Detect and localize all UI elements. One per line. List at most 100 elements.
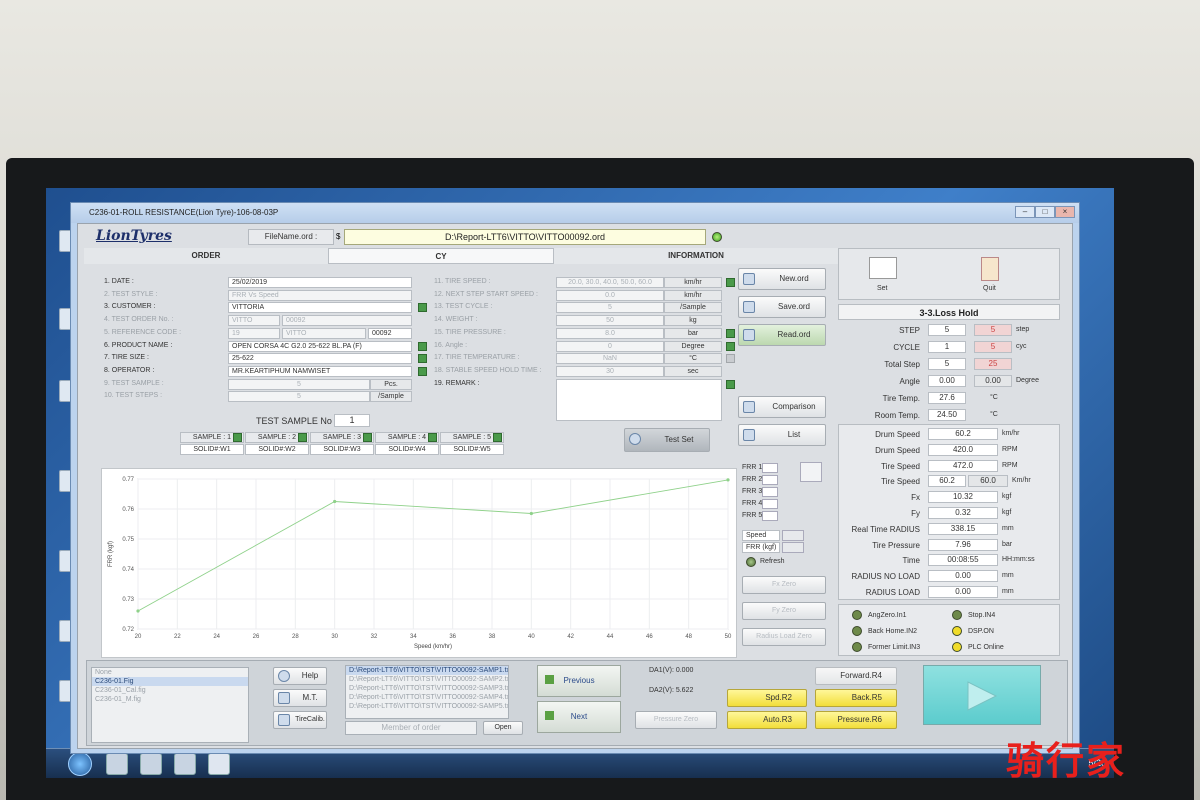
order-field-value[interactable]: MR.KEARTIPHUM NAMWISET: [228, 365, 412, 377]
close-button[interactable]: ×: [1055, 206, 1075, 218]
open-button[interactable]: Open: [483, 721, 523, 735]
maximize-button[interactable]: □: [1035, 206, 1055, 218]
order-field-value[interactable]: 5: [228, 391, 370, 403]
media-taskbar-icon[interactable]: [174, 753, 196, 775]
order-field-value[interactable]: OPEN CORSA 4C G2.0 25-622 BL.PA (F): [228, 340, 412, 352]
field-check-icon[interactable]: [418, 341, 427, 351]
app-taskbar-icon[interactable]: [208, 753, 230, 775]
order-field-value[interactable]: 25/02/2019: [228, 277, 412, 288]
info-field-value[interactable]: 20.0, 30.0, 40.0, 50.0, 60.0: [556, 277, 664, 288]
figure-file-list[interactable]: None C236-01.Fig C236-01_Cal.fig C236-01_M.…: [91, 667, 249, 743]
quit-icon[interactable]: [981, 257, 999, 281]
status-label: CYCLE: [893, 343, 920, 352]
zero-button[interactable]: Fx Zero: [742, 576, 826, 594]
sample-file-list[interactable]: D:\Report-LTT6\VITTO\TST\VITTO00092-SAMP…: [345, 665, 509, 719]
minimize-button[interactable]: –: [1015, 206, 1035, 218]
frr-legend-swatch[interactable]: [762, 511, 778, 521]
measure-value: 0.32: [928, 507, 998, 519]
forward-button[interactable]: Forward.R4: [815, 667, 897, 685]
frr-legend-swatch[interactable]: [762, 499, 778, 509]
tab-cy[interactable]: CY: [328, 248, 554, 264]
frr-legend-swatch[interactable]: [762, 463, 778, 473]
test-set-button[interactable]: Test Set: [624, 428, 710, 452]
field-check-icon[interactable]: [418, 366, 427, 376]
field-check-icon[interactable]: [726, 328, 735, 338]
refresh-label[interactable]: Refresh: [760, 558, 785, 565]
figure-file-item[interactable]: C236-01.Fig: [92, 677, 248, 686]
sample-file-item[interactable]: D:\Report-LTT6\VITTO\TST\VITTO00092-SAMP…: [346, 666, 508, 675]
ie-taskbar-icon[interactable]: [106, 753, 128, 775]
order-field-value3[interactable]: 00092: [368, 327, 412, 339]
help-button[interactable]: Help: [273, 667, 327, 685]
save-order-button[interactable]: Save.ord: [738, 296, 826, 318]
sample-file-item[interactable]: D:\Report-LTT6\VITTO\TST\VITTO00092-SAMP…: [346, 684, 508, 693]
sample-check-icon[interactable]: [298, 433, 307, 442]
figure-file-item[interactable]: C236-01_Cal.fig: [92, 686, 248, 695]
indicator-led: [852, 642, 862, 652]
zoom-tool-icon[interactable]: [800, 462, 822, 482]
info-field-value[interactable]: 0: [556, 340, 664, 352]
info-field-value[interactable]: 30: [556, 365, 664, 377]
explorer-taskbar-icon[interactable]: [140, 753, 162, 775]
sample-file-item[interactable]: D:\Report-LTT6\VITTO\TST\VITTO00092-SAMP…: [346, 693, 508, 702]
auto-button[interactable]: Auto.R3: [727, 711, 807, 729]
field-check-icon[interactable]: [726, 278, 735, 287]
comparison-button[interactable]: Comparison: [738, 396, 826, 418]
info-field-value[interactable]: 50: [556, 315, 664, 327]
set-icon[interactable]: [869, 257, 897, 279]
info-field-value[interactable]: 5: [556, 302, 664, 314]
axis-selector[interactable]: FRR (kgf): [742, 542, 780, 553]
sample-check-icon[interactable]: [363, 433, 372, 442]
pressure-zero-button[interactable]: Pressure Zero: [635, 711, 717, 729]
axis-spinner-icon[interactable]: [782, 530, 804, 541]
list-button[interactable]: List: [738, 424, 826, 446]
sample-check-icon[interactable]: [233, 433, 242, 442]
axis-spinner-icon[interactable]: [782, 542, 804, 553]
previous-button[interactable]: Previous: [537, 665, 621, 697]
pressure-button[interactable]: Pressure.R6: [815, 711, 897, 729]
sample-check-icon[interactable]: [493, 433, 502, 442]
order-field-value[interactable]: VITTORIA: [228, 302, 412, 314]
y-tick-label: 0.74: [122, 567, 134, 573]
order-field-value[interactable]: VITTO: [228, 315, 280, 327]
order-field-value2[interactable]: 00092: [282, 315, 412, 327]
filename-field[interactable]: D:\Report-LTT6\VITTO\VITTO00092.ord: [344, 229, 706, 245]
figure-file-item[interactable]: C236-01_M.fig: [92, 695, 248, 704]
order-field-value[interactable]: 19: [228, 327, 280, 339]
speed-button[interactable]: Spd.R2: [727, 689, 807, 707]
sample-check-icon[interactable]: [428, 433, 437, 442]
order-field-value2[interactable]: VITTO: [282, 327, 366, 339]
sample-file-item[interactable]: D:\Report-LTT6\VITTO\TST\VITTO00092-SAMP…: [346, 702, 508, 711]
test-sample-field[interactable]: 1: [334, 414, 370, 427]
new-order-button[interactable]: New.ord: [738, 268, 826, 290]
zero-button[interactable]: Fy Zero: [742, 602, 826, 620]
mt-button[interactable]: M.T.: [273, 689, 327, 707]
tab-order[interactable]: ORDER: [84, 248, 328, 264]
next-button[interactable]: Next: [537, 701, 621, 733]
info-field-value[interactable]: NaN: [556, 353, 664, 365]
order-field-value[interactable]: 5: [228, 378, 370, 390]
order-field-value[interactable]: 25-622: [228, 353, 412, 365]
field-check-icon[interactable]: [726, 379, 735, 389]
read-order-button[interactable]: Read.ord: [738, 324, 826, 346]
tirecalib-button[interactable]: TireCalib.: [273, 711, 327, 729]
start-test-button[interactable]: [923, 665, 1041, 725]
info-field-value[interactable]: 0.0: [556, 289, 664, 301]
frr-legend-swatch[interactable]: [762, 475, 778, 485]
sample-file-item[interactable]: D:\Report-LTT6\VITTO\TST\VITTO00092-SAMP…: [346, 675, 508, 684]
axis-selector[interactable]: Speed: [742, 530, 780, 541]
field-check-icon[interactable]: [418, 354, 427, 364]
remark-field[interactable]: [556, 378, 722, 421]
back-button[interactable]: Back.R5: [815, 689, 897, 707]
frr-legend-swatch[interactable]: [762, 487, 778, 497]
tab-information[interactable]: INFORMATION: [554, 248, 838, 264]
field-check-icon[interactable]: [726, 354, 735, 364]
member-of-order-field[interactable]: Member of order: [345, 721, 477, 735]
info-field-value[interactable]: 8.0: [556, 327, 664, 339]
start-button[interactable]: [68, 752, 92, 776]
figure-file-item[interactable]: None: [92, 668, 248, 677]
zero-button[interactable]: Radius Load Zero: [742, 628, 826, 646]
order-field-value[interactable]: FRR Vs Speed: [228, 289, 412, 301]
field-check-icon[interactable]: [418, 303, 427, 313]
field-check-icon[interactable]: [726, 341, 735, 351]
